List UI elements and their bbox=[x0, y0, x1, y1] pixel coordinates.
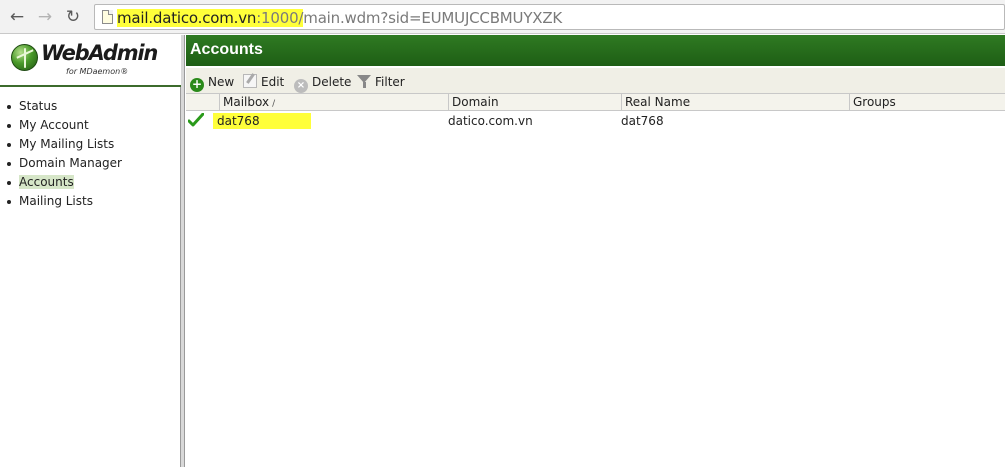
nav-item-label[interactable]: Status bbox=[19, 99, 57, 113]
column-header-real-name[interactable]: Real Name bbox=[621, 94, 849, 111]
globe-icon bbox=[11, 44, 38, 71]
nav-item-label[interactable]: My Account bbox=[19, 118, 89, 132]
page-title: Accounts bbox=[190, 41, 263, 58]
logo-title: WebAdmin bbox=[41, 41, 158, 65]
column-header-domain[interactable]: Domain bbox=[448, 94, 621, 111]
delete-button-label: Delete bbox=[312, 75, 352, 89]
delete-button[interactable]: × Delete bbox=[294, 73, 352, 93]
new-button[interactable]: + New bbox=[190, 73, 235, 92]
page-header: Accounts bbox=[186, 35, 1005, 66]
address-bar[interactable]: mail.datico.com.vn:1000/main.wdm?sid=EUM… bbox=[94, 4, 1005, 30]
column-header-groups[interactable]: Groups bbox=[849, 94, 1005, 111]
nav-item-mailing-lists[interactable]: Mailing Lists bbox=[7, 193, 122, 212]
filter-button-label: Filter bbox=[375, 75, 405, 89]
funnel-icon bbox=[357, 74, 371, 88]
column-header-mailbox[interactable]: Mailbox / bbox=[219, 94, 448, 111]
back-icon[interactable]: ← bbox=[6, 6, 28, 28]
logo-subtitle: for MDaemon® bbox=[66, 67, 129, 76]
edit-button[interactable]: Edit bbox=[243, 73, 284, 91]
left-navigation-pane: WebAdmin for MDaemon® Status My Account … bbox=[0, 35, 181, 467]
accounts-table-header: Mailbox / Domain Real Name Groups bbox=[186, 93, 1005, 111]
page-icon bbox=[102, 10, 113, 24]
column-header-status bbox=[186, 94, 219, 111]
nav-item-accounts[interactable]: Accounts bbox=[7, 174, 122, 193]
nav-item-label[interactable]: Accounts bbox=[19, 175, 74, 189]
delete-circle-icon: × bbox=[294, 79, 308, 93]
cell-real-name: dat768 bbox=[621, 114, 664, 128]
edit-button-label: Edit bbox=[261, 75, 285, 89]
add-circle-icon: + bbox=[190, 77, 204, 92]
nav-menu: Status My Account My Mailing Lists Domai… bbox=[7, 98, 122, 212]
edit-icon bbox=[243, 74, 257, 88]
url-host: mail.datico.com.vn bbox=[117, 9, 257, 27]
table-row[interactable]: dat768 datico.com.vn dat768 bbox=[186, 112, 1005, 130]
url-port: :1000/ bbox=[256, 9, 304, 27]
pane-splitter[interactable] bbox=[181, 35, 185, 467]
url-path: main.wdm?sid=EUMUJCCBMUYXZK bbox=[303, 9, 563, 27]
filter-button[interactable]: Filter bbox=[357, 73, 405, 91]
reload-icon[interactable]: ↻ bbox=[62, 6, 84, 28]
new-button-label: New bbox=[208, 75, 235, 89]
main-content: Accounts + New Edit × Delete Filter Mailbo… bbox=[186, 35, 1005, 467]
sort-ascending-icon: / bbox=[272, 99, 276, 109]
nav-item-label[interactable]: My Mailing Lists bbox=[19, 137, 114, 151]
nav-item-label[interactable]: Mailing Lists bbox=[19, 194, 93, 208]
nav-item-status[interactable]: Status bbox=[7, 98, 122, 117]
nav-item-my-mailing-lists[interactable]: My Mailing Lists bbox=[7, 136, 122, 155]
cell-mailbox[interactable]: dat768 bbox=[217, 112, 260, 130]
nav-item-domain-manager[interactable]: Domain Manager bbox=[7, 155, 122, 174]
webadmin-logo: WebAdmin for MDaemon® bbox=[0, 35, 181, 87]
browser-toolbar: ← → ↻ mail.datico.com.vn:1000/main.wdm?s… bbox=[0, 0, 1005, 34]
forward-icon[interactable]: → bbox=[34, 6, 56, 28]
nav-item-my-account[interactable]: My Account bbox=[7, 117, 122, 136]
nav-item-label[interactable]: Domain Manager bbox=[19, 156, 122, 170]
cell-domain: datico.com.vn bbox=[448, 114, 533, 128]
green-check-icon bbox=[188, 113, 204, 127]
url-text[interactable]: mail.datico.com.vn:1000/main.wdm?sid=EUM… bbox=[117, 9, 562, 27]
accounts-toolbar: + New Edit × Delete Filter bbox=[186, 68, 1005, 93]
